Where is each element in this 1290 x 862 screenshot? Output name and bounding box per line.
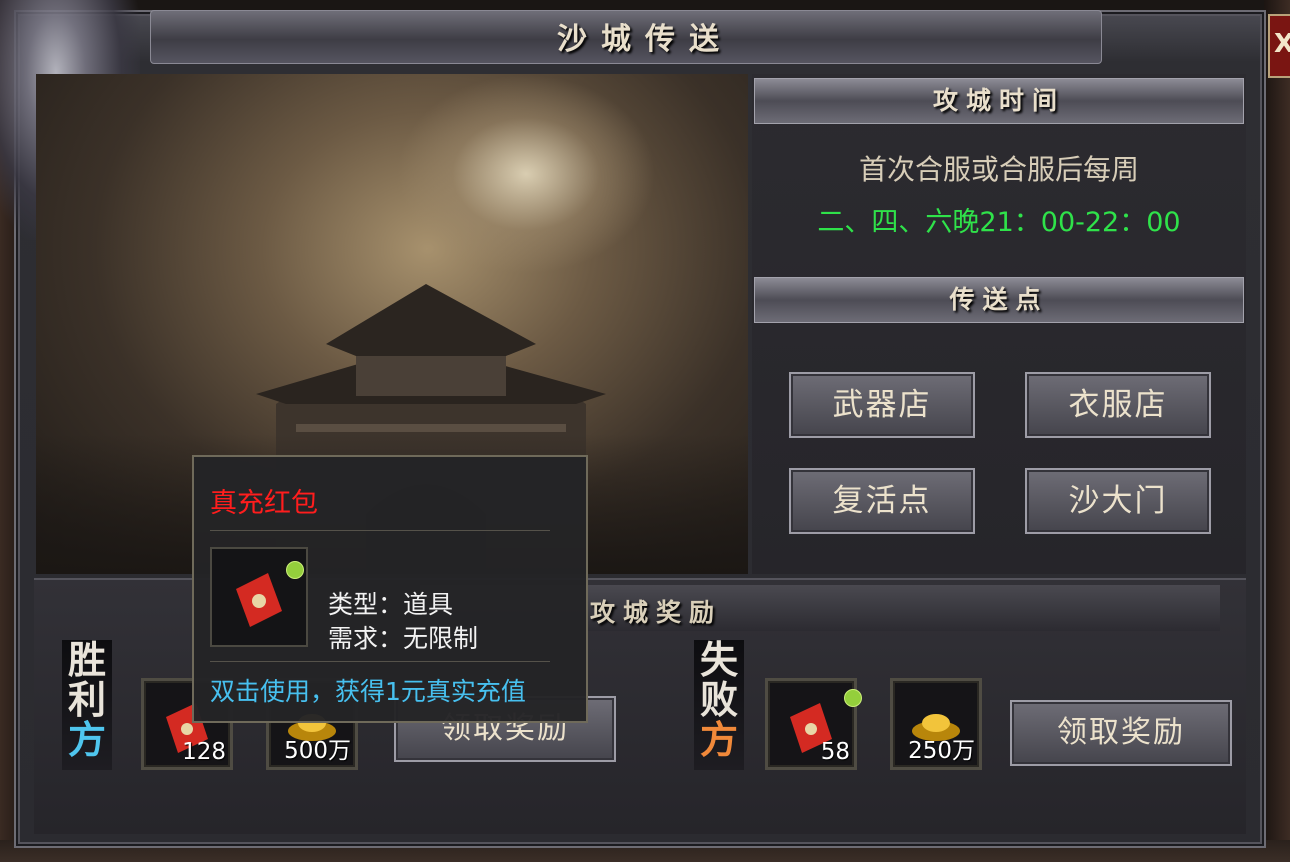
siege-time-header: 攻城时间	[754, 78, 1244, 124]
rewards-heading: 攻城奖励	[590, 598, 723, 627]
teleport-sand-gate-button[interactable]: 沙大门	[1025, 468, 1211, 534]
winner-envelope-count: 128	[182, 739, 226, 765]
siege-time-description: 首次合服或合服后每周	[858, 153, 1139, 186]
teleport-heading: 传送点	[949, 285, 1049, 314]
loser-gold-count: 250万	[908, 738, 975, 764]
winner-gold-count: 500万	[284, 738, 351, 764]
tooltip-item-slot	[210, 547, 308, 647]
window-title: 沙城传送	[557, 22, 733, 57]
tooltip-item-name: 真充红包	[210, 488, 318, 519]
tooltip-item-usage: 双击使用，获得1元真实充值	[210, 677, 526, 706]
tooltip-item-type: 类型：道具	[328, 590, 454, 619]
new-item-indicator	[286, 561, 304, 579]
loser-label: 失 败 方	[694, 640, 744, 770]
loser-label-char-2: 败	[699, 677, 738, 722]
teleport-clothing-shop-button[interactable]: 衣服店	[1025, 372, 1211, 438]
loser-reward-slot-red-envelope[interactable]: 58	[765, 678, 862, 770]
siege-time-heading: 攻城时间	[932, 86, 1065, 115]
new-item-indicator	[844, 689, 862, 707]
background-right	[1264, 0, 1290, 862]
loser-label-char-3: 方	[699, 717, 738, 762]
teleport-header: 传送点	[754, 277, 1244, 323]
tooltip-item-requirement: 需求：无限制	[328, 624, 479, 653]
winner-label-char-1: 胜	[67, 637, 106, 682]
teleport-weapon-shop-button[interactable]: 武器店	[789, 372, 975, 438]
item-tooltip: 真充红包 类型：道具 需求：无限制 双击使用，获得1元真实充值	[192, 455, 588, 723]
loser-envelope-count: 58	[820, 739, 850, 765]
teleport-respawn-point-button[interactable]: 复活点	[789, 468, 975, 534]
close-button[interactable]: X	[1268, 14, 1290, 78]
smoke-effect	[396, 74, 656, 274]
winner-label-char-2: 利	[67, 677, 106, 722]
winner-label-char-3: 方	[67, 717, 106, 762]
loser-label-char-1: 失	[699, 637, 738, 682]
winner-label: 胜 利 方	[62, 640, 112, 770]
siege-time-schedule: 二、四、六晚21：00-22：00	[817, 207, 1181, 238]
loser-reward-slot-gold[interactable]: 250万	[890, 678, 982, 770]
tooltip-divider	[210, 661, 550, 662]
tooltip-divider	[210, 530, 550, 531]
loser-claim-reward-button[interactable]: 领取奖励	[1010, 700, 1232, 766]
